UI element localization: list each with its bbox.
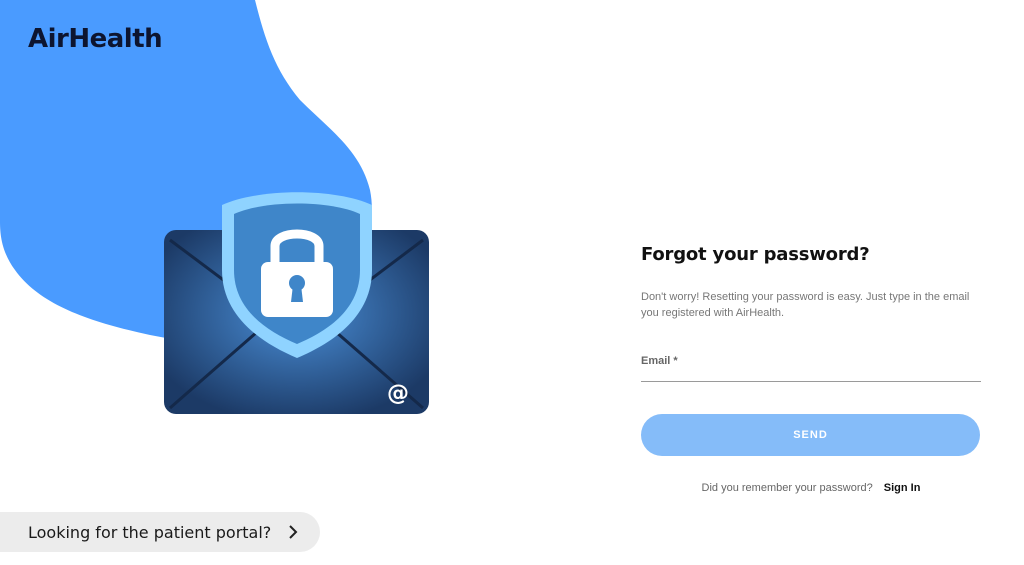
patient-portal-button[interactable]: Looking for the patient portal? (0, 512, 320, 552)
secure-email-illustration: @ (164, 192, 429, 414)
chevron-right-icon (289, 525, 298, 539)
forgot-password-form: Forgot your password? Don't worry! Reset… (641, 244, 985, 494)
remember-row: Did you remember your password? Sign In (641, 482, 981, 494)
patient-portal-label: Looking for the patient portal? (28, 522, 272, 542)
at-symbol-icon: @ (387, 381, 409, 406)
email-field[interactable]: Email * (641, 353, 985, 382)
page-title: Forgot your password? (641, 244, 870, 265)
form-description: Don't worry! Resetting your password is … (641, 291, 970, 319)
sign-in-link[interactable]: Sign In (884, 482, 921, 494)
remember-text: Did you remember your password? (701, 482, 873, 494)
send-button[interactable]: SEND (641, 414, 980, 456)
email-input[interactable] (641, 362, 985, 379)
brand-logo[interactable]: AirHealth (28, 24, 163, 54)
